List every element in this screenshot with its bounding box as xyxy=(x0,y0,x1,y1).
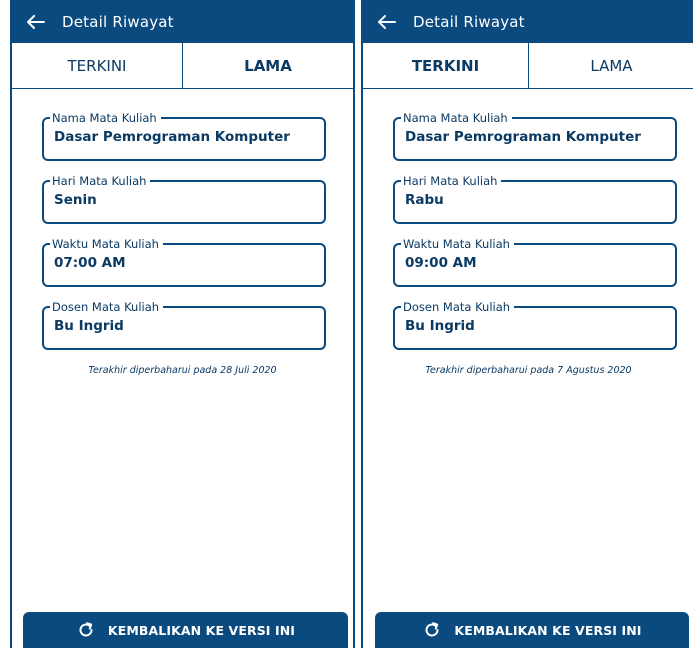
version-tabs: TERKINI LAMA xyxy=(363,43,693,89)
tab-lama[interactable]: LAMA xyxy=(182,43,353,88)
refresh-icon xyxy=(76,620,96,640)
tab-lama[interactable]: LAMA xyxy=(528,43,693,88)
field-label: Hari Mata Kuliah xyxy=(401,173,502,189)
page-title: Detail Riwayat xyxy=(413,12,525,31)
course-form: Nama Mata Kuliah Dasar Pemrograman Kompu… xyxy=(12,89,353,376)
app-bar: Detail Riwayat xyxy=(12,0,353,43)
arrow-left-icon[interactable] xyxy=(24,10,48,34)
page-title: Detail Riwayat xyxy=(62,12,174,31)
last-updated-note: Terakhir diperbaharui pada 28 Juli 2020 xyxy=(88,365,277,376)
field-value: Dasar Pemrograman Komputer xyxy=(405,129,641,145)
last-updated-note: Terakhir diperbaharui pada 7 Agustus 202… xyxy=(425,365,632,376)
field-value: Dasar Pemrograman Komputer xyxy=(54,129,290,145)
course-time-field[interactable]: Waktu Mata Kuliah 07:00 AM xyxy=(42,236,326,287)
course-lecturer-field[interactable]: Dosen Mata Kuliah Bu Ingrid xyxy=(393,299,677,350)
restore-version-button[interactable]: KEMBALIKAN KE VERSI INI xyxy=(23,612,348,648)
tab-terkini[interactable]: TERKINI xyxy=(363,43,528,88)
field-value: Senin xyxy=(54,192,97,208)
field-label: Dosen Mata Kuliah xyxy=(401,299,515,315)
field-label: Waktu Mata Kuliah xyxy=(401,236,514,252)
course-time-field[interactable]: Waktu Mata Kuliah 09:00 AM xyxy=(393,236,677,287)
history-detail-screen-old: Detail Riwayat TERKINI LAMA Nama Mata Ku… xyxy=(10,0,355,648)
field-label: Dosen Mata Kuliah xyxy=(50,299,164,315)
course-day-field[interactable]: Hari Mata Kuliah Rabu xyxy=(393,173,677,224)
course-name-field[interactable]: Nama Mata Kuliah Dasar Pemrograman Kompu… xyxy=(42,110,326,161)
course-day-field[interactable]: Hari Mata Kuliah Senin xyxy=(42,173,326,224)
course-lecturer-field[interactable]: Dosen Mata Kuliah Bu Ingrid xyxy=(42,299,326,350)
field-label: Nama Mata Kuliah xyxy=(50,110,161,126)
field-value: Bu Ingrid xyxy=(405,318,475,334)
restore-button-label: KEMBALIKAN KE VERSI INI xyxy=(454,622,642,638)
refresh-icon xyxy=(422,620,442,640)
field-label: Nama Mata Kuliah xyxy=(401,110,512,126)
course-form: Nama Mata Kuliah Dasar Pemrograman Kompu… xyxy=(363,89,693,376)
course-name-field[interactable]: Nama Mata Kuliah Dasar Pemrograman Kompu… xyxy=(393,110,677,161)
history-detail-screen-current: Detail Riwayat TERKINI LAMA Nama Mata Ku… xyxy=(361,0,693,648)
field-label: Hari Mata Kuliah xyxy=(50,173,151,189)
field-value: Rabu xyxy=(405,192,444,208)
tab-terkini[interactable]: TERKINI xyxy=(12,43,182,88)
field-value: 09:00 AM xyxy=(405,255,477,271)
restore-version-button[interactable]: KEMBALIKAN KE VERSI INI xyxy=(375,612,689,648)
restore-button-label: KEMBALIKAN KE VERSI INI xyxy=(107,622,296,638)
arrow-left-icon[interactable] xyxy=(375,10,399,34)
version-tabs: TERKINI LAMA xyxy=(12,43,353,89)
app-bar: Detail Riwayat xyxy=(363,0,693,43)
field-value: 07:00 AM xyxy=(54,255,126,271)
field-value: Bu Ingrid xyxy=(54,318,124,334)
field-label: Waktu Mata Kuliah xyxy=(50,236,163,252)
